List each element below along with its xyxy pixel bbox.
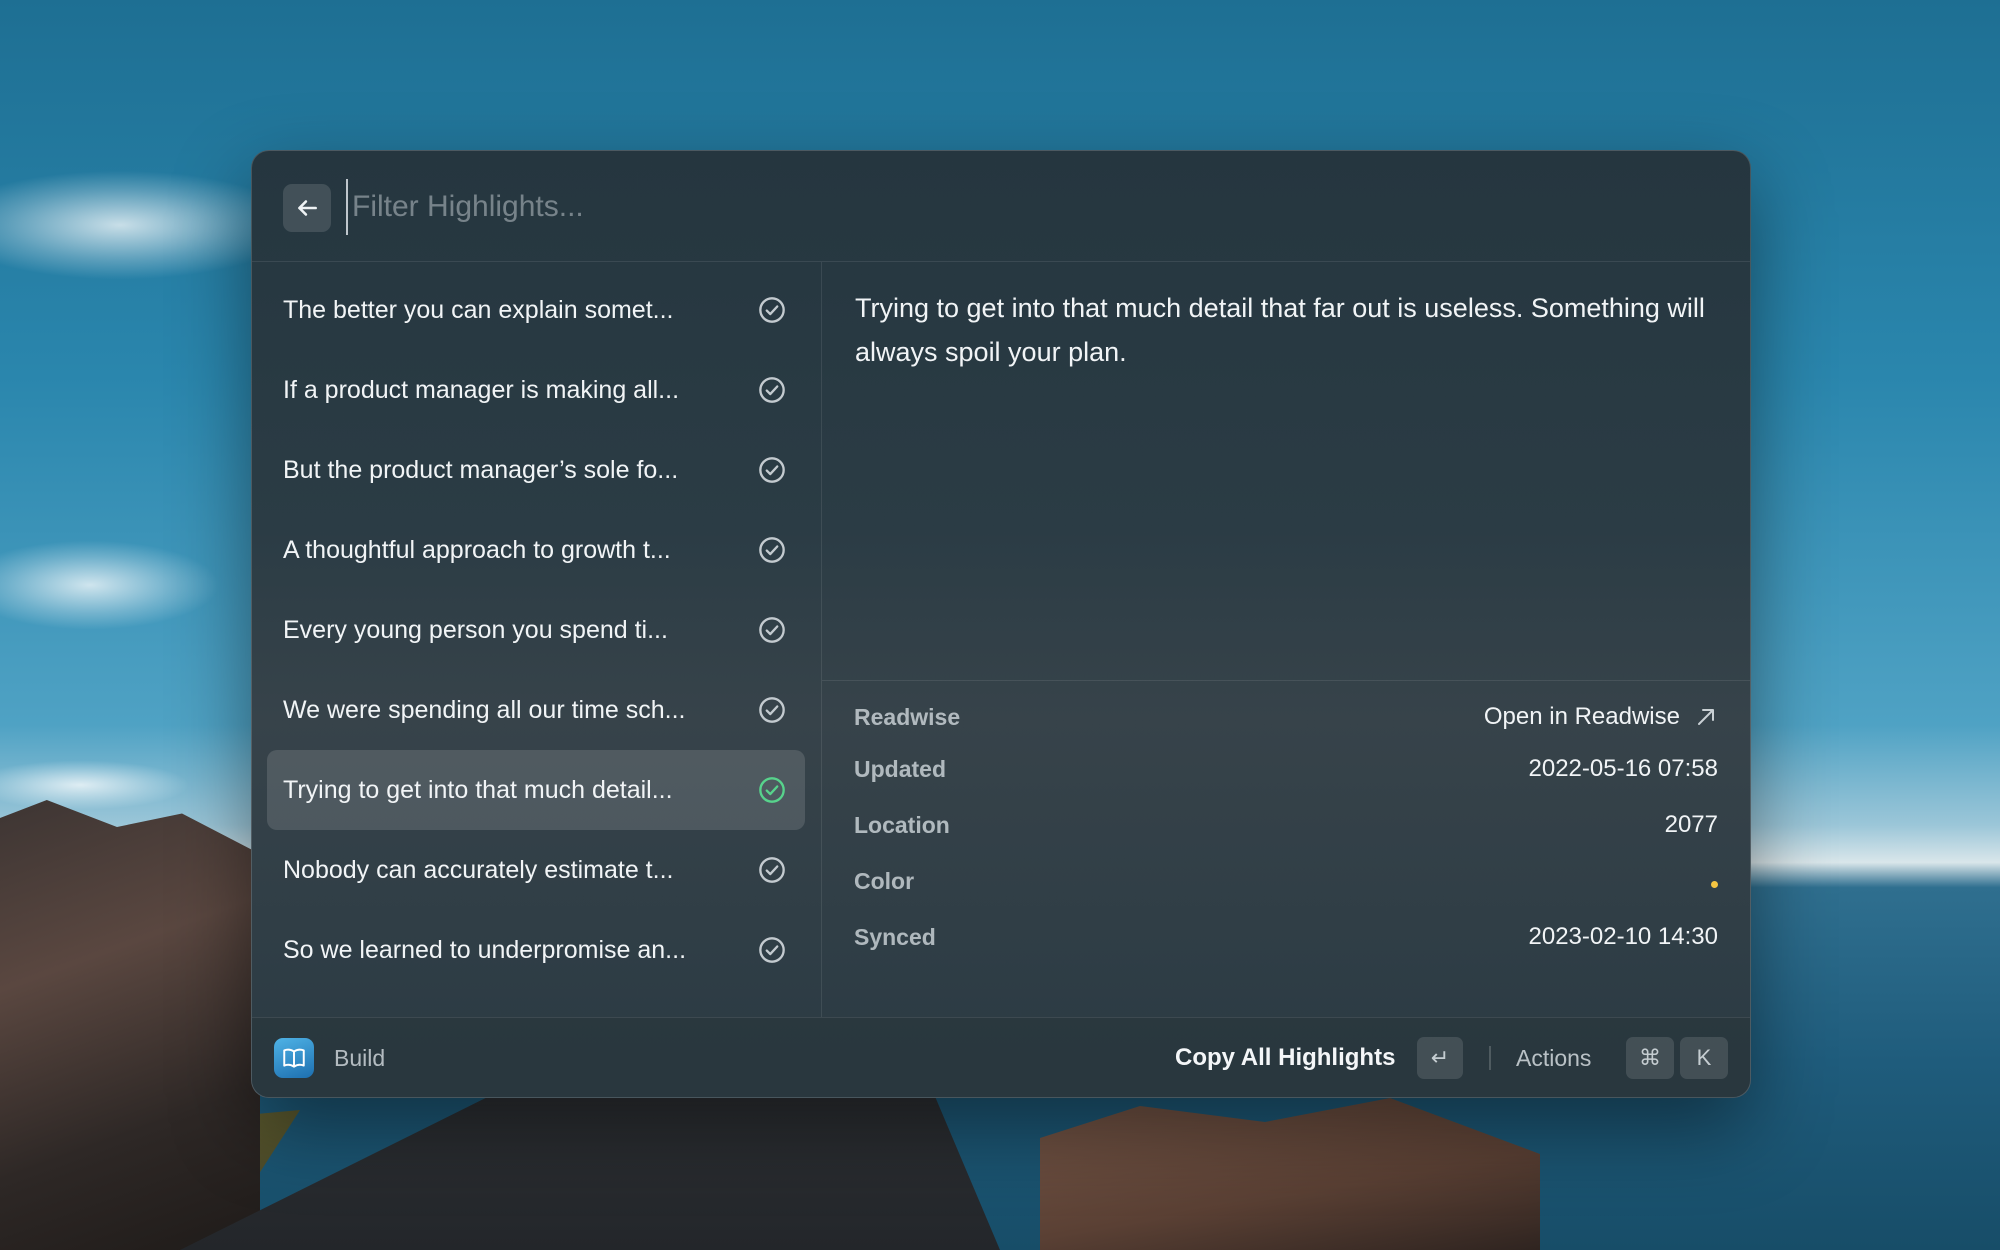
highlight-list-item[interactable]: Nobody can accurately estimate t...: [267, 830, 805, 910]
highlight-list-item-label: So we learned to underpromise an...: [283, 936, 687, 964]
metadata-value: 2077: [1664, 811, 1718, 838]
highlight-list-item-label: But the product manager’s sole fo...: [283, 456, 679, 484]
background-rocks: [1040, 1098, 1540, 1250]
background-cloud: [0, 760, 190, 810]
check-circle-icon: [759, 537, 785, 563]
metadata-key: Updated: [854, 756, 946, 782]
copy-all-highlights-button[interactable]: Copy All Highlights: [1175, 1018, 1395, 1097]
check-circle-icon: [759, 377, 785, 403]
footer-divider: [1489, 1046, 1491, 1070]
book-icon: [283, 1048, 305, 1068]
metadata-row-location: Location 2077: [822, 805, 1750, 845]
check-circle-icon: [759, 697, 785, 723]
arrow-left-icon: [298, 200, 317, 216]
metadata-key: Readwise: [854, 704, 961, 730]
highlight-list-item-label: We were spending all our time sch...: [283, 696, 686, 724]
check-circle-icon: [759, 937, 785, 963]
check-circle-icon: [759, 297, 785, 323]
open-in-readwise-label: Open in Readwise: [1483, 703, 1680, 730]
highlight-list-item[interactable]: But the product manager’s sole fo...: [267, 430, 805, 510]
command-key-hint: ⌘: [1626, 1037, 1674, 1079]
open-in-readwise-link[interactable]: Open in Readwise: [1484, 697, 1718, 737]
highlight-list-item[interactable]: If a product manager is making all...: [267, 350, 805, 430]
footer-bar: Build Copy All Highlights ↵ Actions ⌘ K: [252, 1017, 1750, 1097]
arrow-up-right-icon: [1698, 709, 1714, 725]
metadata-value: 2022-05-16 07:58: [1528, 755, 1719, 782]
highlight-list-item-label: Every young person you spend ti...: [283, 616, 668, 644]
metadata-row-readwise: Readwise Open in Readwise: [822, 697, 1750, 737]
metadata-row-color: Color: [822, 861, 1750, 901]
color-dot: [1711, 881, 1718, 888]
filter-input[interactable]: [346, 179, 1252, 235]
background-cloud: [0, 540, 220, 630]
highlight-list-item-label: Trying to get into that much detail...: [283, 776, 673, 804]
highlight-list-item[interactable]: Every young person you spend ti...: [267, 590, 805, 670]
highlight-list-item[interactable]: We were spending all our time sch...: [267, 670, 805, 750]
check-circle-icon: [759, 457, 785, 483]
highlights-window: The better you can explain somet... If a …: [251, 150, 1751, 1098]
actions-button[interactable]: Actions: [1516, 1018, 1591, 1097]
back-button[interactable]: [283, 184, 331, 232]
highlight-list-item[interactable]: The better you can explain somet...: [267, 270, 805, 350]
metadata-table: Readwise Open in Readwise Updated 2022-0…: [822, 680, 1750, 1018]
metadata-row-synced: Synced 2023-02-10 14:30: [822, 917, 1750, 957]
metadata-key: Color: [854, 868, 915, 894]
highlight-list-item[interactable]: Trying to get into that much detail...: [267, 750, 805, 830]
metadata-value: 2023-02-10 14:30: [1528, 923, 1719, 950]
background-road: [180, 1095, 1000, 1250]
detail-pane: Trying to get into that much detail that…: [822, 262, 1750, 1017]
highlight-list-item-label: If a product manager is making all...: [283, 376, 680, 404]
highlight-list-item[interactable]: So we learned to underpromise an...: [267, 910, 805, 990]
metadata-value: [1711, 861, 1718, 901]
app-name: Build: [334, 1045, 386, 1071]
check-circle-icon: [759, 777, 785, 803]
highlights-list: The better you can explain somet... If a …: [252, 262, 822, 1017]
metadata-key: Synced: [854, 924, 936, 950]
background-rocks: [0, 800, 260, 1250]
highlight-list-item-label: The better you can explain somet...: [283, 296, 674, 324]
highlight-text: Trying to get into that much detail that…: [855, 293, 1705, 367]
app-icon: [274, 1038, 314, 1078]
metadata-row-updated: Updated 2022-05-16 07:58: [822, 749, 1750, 789]
highlight-list-item[interactable]: A thoughtful approach to growth t...: [267, 510, 805, 590]
enter-key-hint: ↵: [1417, 1037, 1463, 1079]
metadata-key: Location: [854, 812, 950, 838]
check-circle-icon: [759, 617, 785, 643]
highlight-list-item-label: Nobody can accurately estimate t...: [283, 856, 674, 884]
search-bar: [252, 151, 1750, 262]
highlight-list-item-label: A thoughtful approach to growth t...: [283, 536, 671, 564]
check-circle-icon: [759, 857, 785, 883]
k-key-hint: K: [1680, 1037, 1728, 1079]
